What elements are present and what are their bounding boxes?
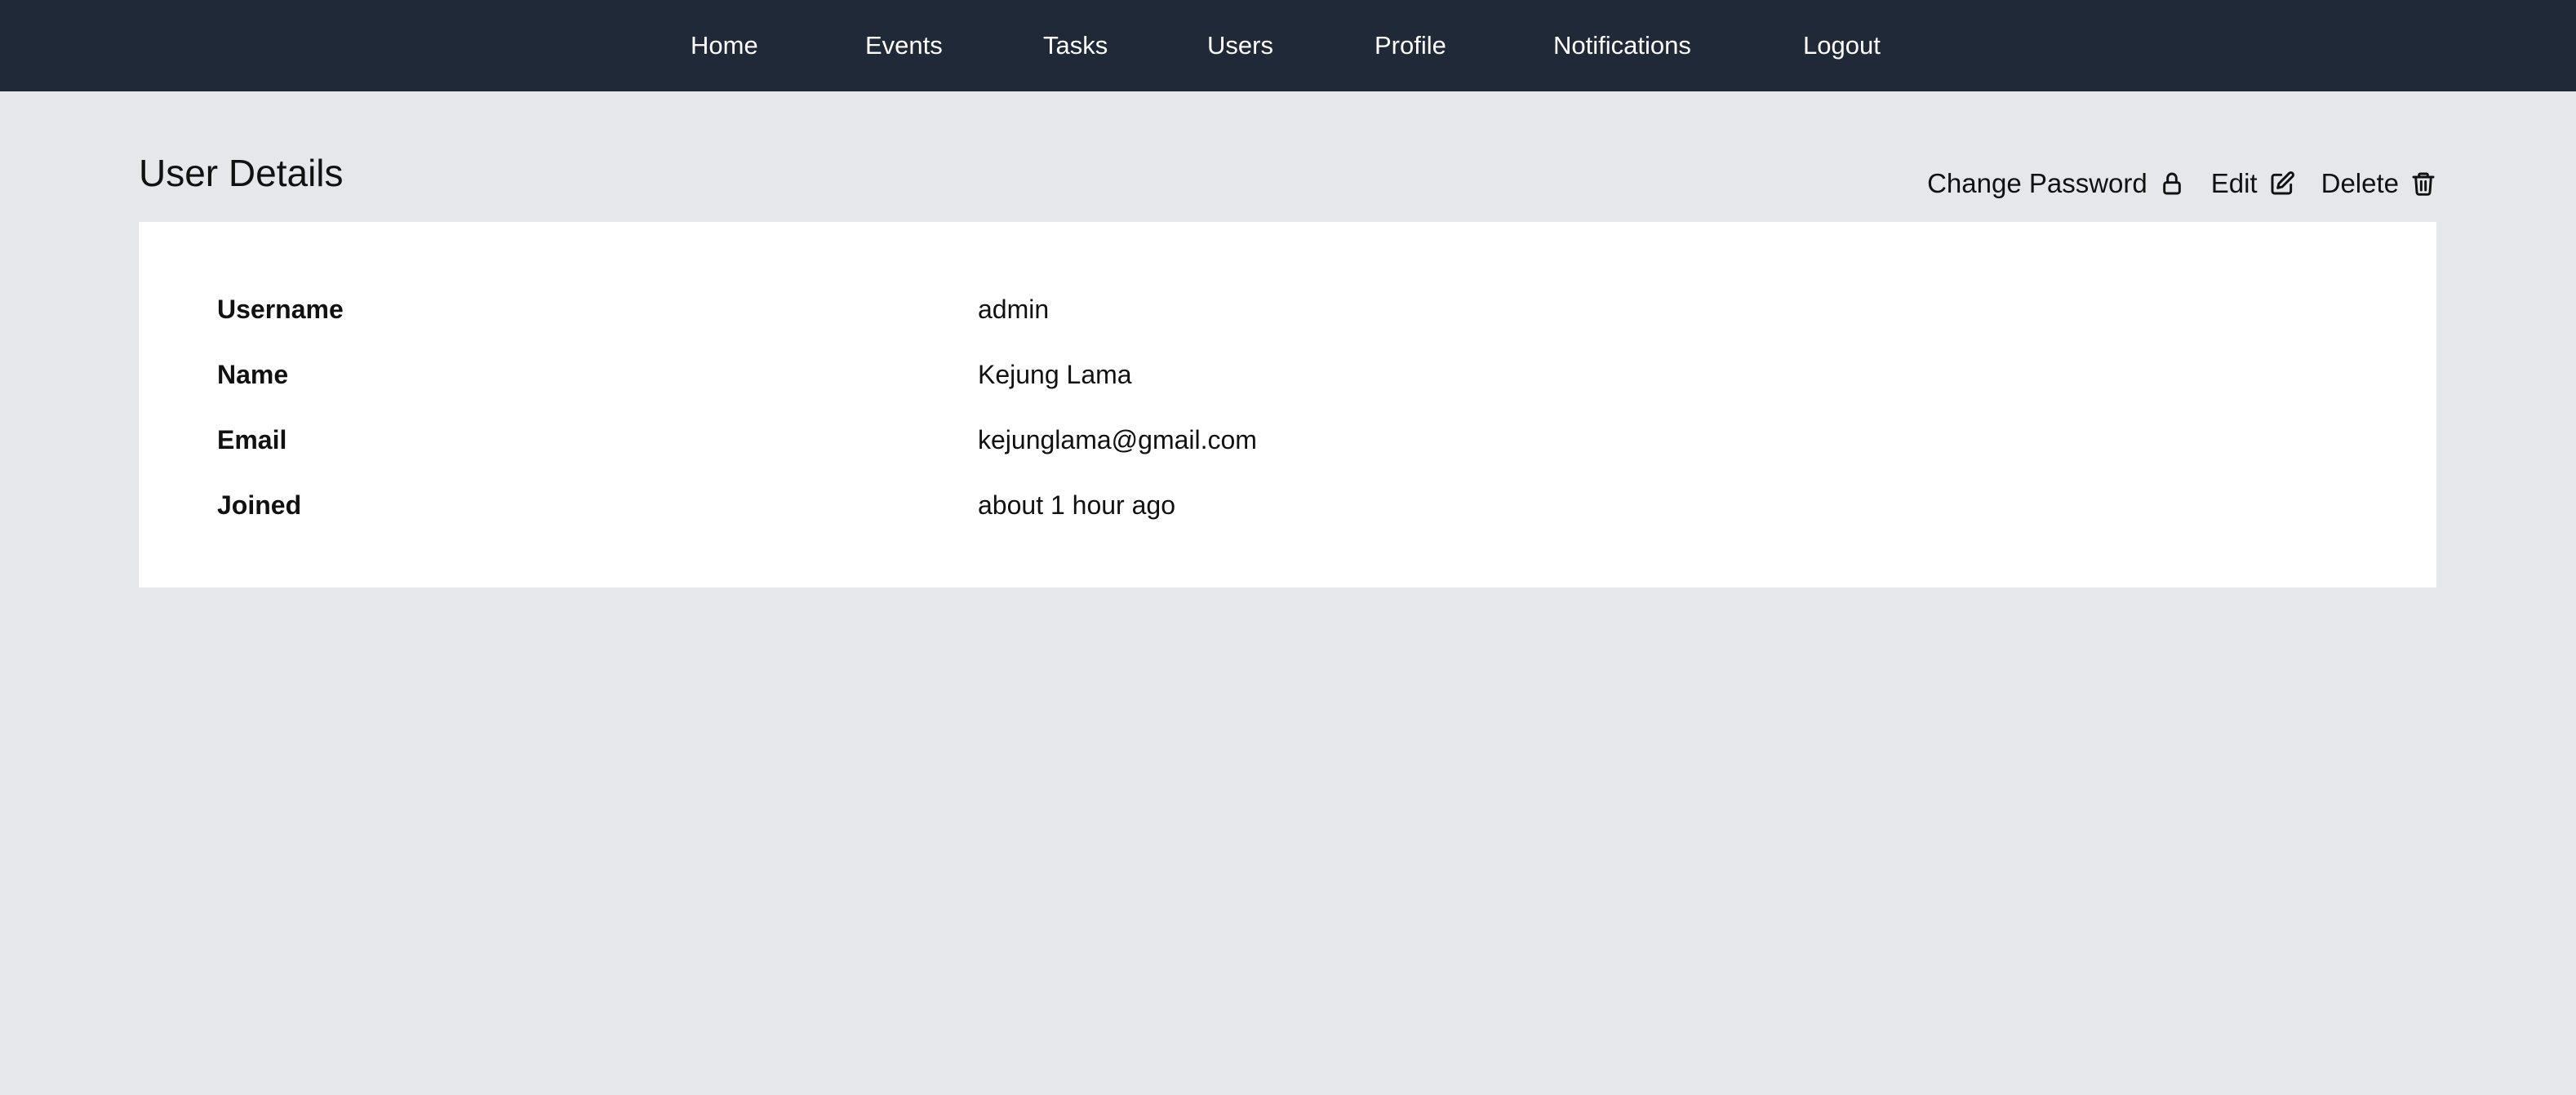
user-details-card: Username admin Name Kejung Lama Email ke… bbox=[139, 222, 2436, 587]
detail-row-joined: Joined about 1 hour ago bbox=[139, 483, 2436, 527]
detail-label: Joined bbox=[217, 490, 302, 520]
nav-item-logout[interactable]: Logout bbox=[1803, 0, 1881, 91]
detail-value: Kejung Lama bbox=[978, 360, 1132, 389]
detail-row-email: Email kejunglama@gmail.com bbox=[139, 418, 2436, 462]
lock-icon bbox=[2159, 171, 2185, 197]
detail-label: Name bbox=[217, 360, 289, 389]
detail-row-username: Username admin bbox=[139, 287, 2436, 331]
edit-label: Edit bbox=[2210, 168, 2258, 198]
detail-value: about 1 hour ago bbox=[978, 490, 1175, 520]
edit-button[interactable]: Edit bbox=[2211, 168, 2295, 199]
detail-label: Username bbox=[217, 295, 344, 324]
edit-icon bbox=[2269, 171, 2295, 197]
detail-label: Email bbox=[217, 425, 287, 454]
trash-icon bbox=[2410, 171, 2436, 197]
nav-item-events[interactable]: Events bbox=[865, 0, 943, 91]
nav-item-tasks[interactable]: Tasks bbox=[1043, 0, 1108, 91]
change-password-label: Change Password bbox=[1927, 168, 2147, 198]
delete-label: Delete bbox=[2321, 168, 2399, 198]
nav-item-users[interactable]: Users bbox=[1207, 0, 1273, 91]
user-actions: Change Password Edit Delete bbox=[1927, 162, 2436, 206]
nav-item-notifications[interactable]: Notifications bbox=[1553, 0, 1691, 91]
detail-value: admin bbox=[978, 295, 1050, 324]
top-navbar: Home Events Tasks Users Profile Notifica… bbox=[0, 0, 2576, 91]
nav-item-profile[interactable]: Profile bbox=[1375, 0, 1446, 91]
page-title: User Details bbox=[139, 152, 344, 194]
detail-value: kejunglama@gmail.com bbox=[978, 425, 1257, 454]
change-password-button[interactable]: Change Password bbox=[1927, 168, 2185, 199]
delete-button[interactable]: Delete bbox=[2321, 168, 2436, 199]
detail-row-name: Name Kejung Lama bbox=[139, 352, 2436, 397]
nav-item-home[interactable]: Home bbox=[691, 0, 758, 91]
